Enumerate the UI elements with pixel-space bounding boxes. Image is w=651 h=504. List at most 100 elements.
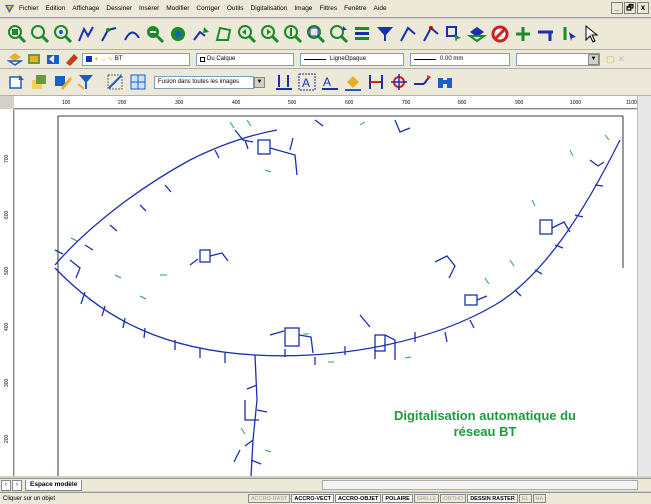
auto-trace-icon[interactable] xyxy=(190,22,212,46)
restore-button[interactable]: 🗗 xyxy=(624,2,636,14)
caption-line-2: réseau BT xyxy=(453,424,517,439)
ruler-tick-label: 700 xyxy=(402,100,411,106)
add-node-icon[interactable] xyxy=(512,22,534,46)
area-trace-icon[interactable] xyxy=(213,22,235,46)
zoom-object-icon[interactable] xyxy=(52,22,74,46)
horizontal-ruler: 100 200 300 400 500 600 700 800 900 1000… xyxy=(14,96,651,109)
linetype-select[interactable]: LigneOpaque xyxy=(300,52,404,66)
toggle-accro-rast[interactable]: ACCRO-RAST xyxy=(248,494,291,503)
connect-icon[interactable] xyxy=(365,70,387,94)
menu-image[interactable]: Image xyxy=(294,5,312,12)
vertical-scrollbar[interactable] xyxy=(637,96,651,476)
no-entry-icon[interactable] xyxy=(489,22,511,46)
menu-aide[interactable]: Aide xyxy=(374,5,387,12)
drawing-canvas[interactable]: Digitalisation automatique du réseau BT xyxy=(15,110,637,476)
raster-edit-icon[interactable] xyxy=(52,70,74,94)
pan-icon[interactable] xyxy=(328,22,350,46)
menu-digitalisation[interactable]: Digitalisation xyxy=(251,5,288,12)
zoom-extents-icon[interactable] xyxy=(6,22,28,46)
toggle-dessin-raster[interactable]: DESSIN RASTER xyxy=(467,494,518,503)
digitizing-toolbar xyxy=(0,19,651,50)
menu-edition[interactable]: Edition xyxy=(46,5,66,12)
layer-select[interactable]: ✦ ☼ ✎ BT xyxy=(82,52,190,66)
stack-icon[interactable] xyxy=(466,22,488,46)
cabinet-box xyxy=(464,294,478,306)
linetype-value: LigneOpaque xyxy=(330,56,367,62)
zoom-next-icon[interactable] xyxy=(259,22,281,46)
toggle-accro-objet[interactable]: ACCRO-OBJET xyxy=(335,494,382,503)
raster-filter-icon[interactable] xyxy=(75,70,97,94)
toggle-polaire[interactable]: POLAIRE xyxy=(382,494,413,503)
trace-arc-icon[interactable] xyxy=(121,22,143,46)
node-target-icon[interactable] xyxy=(388,70,410,94)
raster-grid-icon[interactable] xyxy=(127,70,149,94)
tab-prev-arrow-icon[interactable]: ‹ xyxy=(1,479,11,491)
raster-scale-icon[interactable] xyxy=(104,70,126,94)
ruler-tick-label: 500 xyxy=(288,100,297,106)
chevron-down-icon[interactable]: ▼ xyxy=(254,76,265,88)
binoculars-icon[interactable] xyxy=(434,70,456,94)
minimize-button[interactable]: _ xyxy=(611,2,623,14)
menu-fenetre[interactable]: Fenêtre xyxy=(344,5,366,12)
menu-modifier[interactable]: Modifier xyxy=(166,5,189,12)
zoom-all-icon[interactable] xyxy=(305,22,327,46)
text-edit-icon[interactable]: A xyxy=(319,70,341,94)
cursor-select-icon[interactable] xyxy=(581,22,603,46)
ruler-tick-label: 600 xyxy=(345,100,354,106)
zoom-realtime-icon[interactable] xyxy=(282,22,304,46)
layer-state-icon[interactable] xyxy=(25,51,43,68)
ruler-tick-label: 1000 xyxy=(570,100,582,106)
zoom-in-icon[interactable] xyxy=(144,22,166,46)
properties-toolbar: ✦ ☼ ✎ BT Du Calque LigneOpaque 0.00 mm ▼… xyxy=(0,50,651,69)
toggle-ortho[interactable]: ORTHO xyxy=(440,494,467,503)
make-current-icon[interactable] xyxy=(63,51,81,68)
chevron-down-icon[interactable]: ▼ xyxy=(588,53,599,65)
ruler-tick-label: 900 xyxy=(515,100,524,106)
tab-next-arrow-icon[interactable]: › xyxy=(12,479,22,491)
horizontal-scrollbar[interactable] xyxy=(322,480,638,490)
raster-rotate-icon[interactable] xyxy=(29,70,51,94)
polyline-icon[interactable] xyxy=(75,22,97,46)
toggle-grille[interactable]: GRILLE xyxy=(413,494,440,503)
text-recognition-icon[interactable]: A xyxy=(296,70,318,94)
line-tool-icon[interactable] xyxy=(397,22,419,46)
branch-icon[interactable] xyxy=(411,70,433,94)
ruler-tick-label: 1100 xyxy=(626,100,637,106)
layers-icon[interactable] xyxy=(6,51,24,68)
filter-icon[interactable] xyxy=(374,22,396,46)
layer-previous-icon[interactable] xyxy=(44,51,62,68)
zoom-window-icon[interactable] xyxy=(29,22,51,46)
ruler-tick-label: 200 xyxy=(118,100,127,106)
color-select[interactable]: Du Calque xyxy=(196,52,294,66)
tab-model-space[interactable]: Espace modèle xyxy=(25,479,83,491)
paint-icon[interactable] xyxy=(342,70,364,94)
vertex-icon[interactable] xyxy=(558,22,580,46)
merge-mode-select[interactable]: Fusion dans toutes les images xyxy=(154,75,254,89)
toggle-accro-vect[interactable]: ACCRO-VECT xyxy=(291,494,335,503)
layer-color-swatch xyxy=(86,56,92,62)
menu-inserer[interactable]: Insérer xyxy=(139,5,159,12)
cabinet-box xyxy=(539,219,553,235)
lineweight-select[interactable]: 0.00 mm xyxy=(410,52,510,66)
toggle-ha[interactable]: HA xyxy=(532,494,547,503)
zoom-prev-icon[interactable] xyxy=(236,22,258,46)
menu-dessiner[interactable]: Dessiner xyxy=(106,5,132,12)
toggle-el[interactable]: EL xyxy=(518,494,532,503)
snap-line-icon[interactable] xyxy=(420,22,442,46)
menu-outils[interactable]: Outils xyxy=(227,5,244,12)
insert-image-icon[interactable] xyxy=(6,70,28,94)
globe-icon[interactable] xyxy=(167,22,189,46)
list-layers-icon[interactable] xyxy=(351,22,373,46)
linetype-preview xyxy=(304,58,326,60)
menu-corriger[interactable]: Corriger xyxy=(196,5,219,12)
baseline-icon[interactable] xyxy=(273,70,295,94)
select-group-icon[interactable] xyxy=(443,22,465,46)
menu-filtres[interactable]: Filtres xyxy=(319,5,337,12)
close-button[interactable]: x xyxy=(637,2,649,14)
color-swatch xyxy=(200,56,205,62)
extend-icon[interactable] xyxy=(535,22,557,46)
menu-fichier[interactable]: Fichier xyxy=(19,5,39,12)
menu-affichage[interactable]: Affichage xyxy=(72,5,99,12)
trace-line-icon[interactable] xyxy=(98,22,120,46)
plotstyle-select[interactable]: ▼ xyxy=(516,52,600,66)
